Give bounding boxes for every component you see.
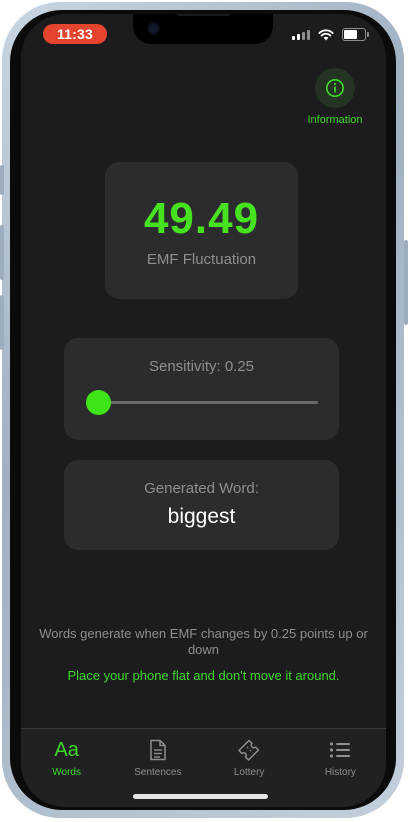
emf-card: 49.49 EMF Fluctuation [105, 162, 298, 299]
home-indicator[interactable] [133, 794, 268, 799]
slider-track[interactable] [96, 401, 318, 404]
status-icons [292, 28, 369, 41]
volume-up-button [0, 225, 4, 280]
text-aa-icon: Aa [54, 738, 79, 761]
generated-word: biggest [167, 505, 236, 528]
generated-word-label: Generated Word: [144, 480, 259, 497]
sensitivity-card: Sensitivity: 0.25 [64, 338, 339, 440]
power-button [404, 240, 408, 325]
status-time: 11:33 [43, 24, 107, 44]
tab-lottery-label: Lottery [233, 767, 265, 778]
emf-value: 49.49 [143, 194, 260, 243]
tab-words-label: Words [52, 767, 81, 778]
sensitivity-slider[interactable] [86, 390, 318, 416]
placement-warning: Place your phone flat and don't move it … [67, 668, 340, 683]
info-circle [315, 68, 355, 108]
info-icon [326, 79, 344, 97]
generated-word-card: Generated Word: biggest [64, 460, 339, 550]
cellular-signal-icon [292, 29, 310, 40]
slider-thumb[interactable] [86, 390, 111, 415]
camera-icon [149, 24, 158, 33]
tab-words[interactable]: Aa Words [21, 729, 112, 807]
wifi-icon [318, 28, 334, 40]
generation-note: Words generate when EMF changes by 0.25 … [39, 626, 368, 657]
tab-history-label: History [324, 767, 356, 778]
volume-down-button [0, 295, 4, 350]
emf-label: EMF Fluctuation [146, 251, 257, 268]
list-icon [329, 739, 351, 761]
app-screen: 11:33 Information 49.49 EMF Fluctuation … [21, 14, 386, 807]
speaker-grille [176, 14, 230, 16]
mute-switch [0, 165, 4, 195]
information-button[interactable]: Information [295, 68, 375, 126]
tab-sentences-label: Sentences [134, 767, 182, 778]
tab-history[interactable]: History [295, 729, 386, 807]
battery-icon [342, 28, 369, 41]
document-icon [149, 739, 167, 761]
ticket-icon [236, 739, 262, 761]
sensitivity-label: Sensitivity: 0.25 [148, 358, 255, 375]
information-label: Information [307, 114, 363, 126]
notch [133, 14, 273, 44]
